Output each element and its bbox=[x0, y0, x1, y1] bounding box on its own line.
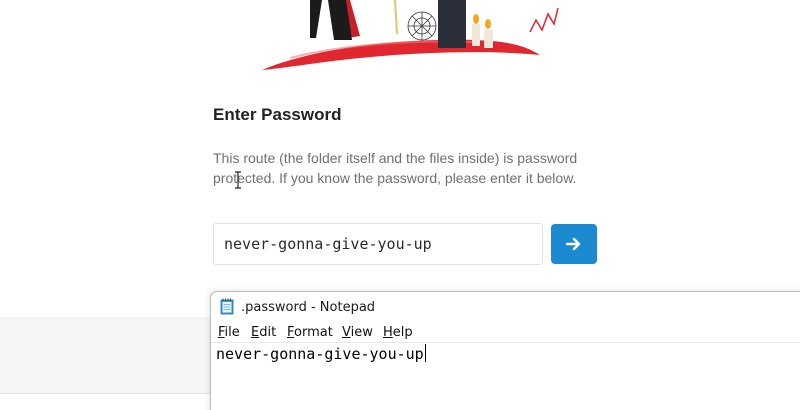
page: Enter Password This route (the folder it… bbox=[0, 0, 800, 410]
menu-help-mnemonic: H bbox=[383, 325, 393, 340]
menu-help-label: elp bbox=[392, 325, 413, 340]
menu-file-label: ile bbox=[224, 325, 240, 340]
notepad-menu-divider bbox=[211, 342, 800, 343]
menu-file[interactable]: File bbox=[218, 325, 240, 340]
notepad-window[interactable]: .password - Notepad File Edit Format Vie… bbox=[210, 291, 800, 410]
menu-view[interactable]: View bbox=[342, 325, 373, 340]
menu-edit-mnemonic: E bbox=[251, 325, 260, 340]
menu-format-label: ormat bbox=[294, 325, 333, 340]
password-input[interactable] bbox=[213, 223, 543, 265]
menu-view-mnemonic: V bbox=[342, 325, 351, 340]
notepad-menubar: File Edit Format View Help bbox=[211, 322, 800, 342]
notepad-window-title: .password - Notepad bbox=[241, 300, 376, 315]
page-title: Enter Password bbox=[213, 105, 342, 124]
notepad-content: never-gonna-give-you-up bbox=[216, 345, 424, 363]
notepad-icon bbox=[220, 298, 234, 315]
menu-edit[interactable]: Edit bbox=[251, 325, 276, 340]
notepad-text-area[interactable]: never-gonna-give-you-up bbox=[216, 344, 796, 410]
menu-format-mnemonic: F bbox=[287, 325, 295, 340]
halloween-illustration bbox=[262, 0, 559, 70]
menu-edit-label: dit bbox=[259, 325, 277, 340]
notepad-titlebar[interactable]: .password - Notepad bbox=[211, 292, 800, 322]
text-cursor-icon bbox=[235, 171, 241, 189]
password-description: This route (the folder itself and the fi… bbox=[213, 150, 578, 186]
text-caret bbox=[424, 344, 426, 362]
arrow-right-icon bbox=[566, 237, 581, 251]
menu-format[interactable]: Format bbox=[287, 325, 333, 340]
menu-help[interactable]: Help bbox=[383, 325, 413, 340]
submit-password-button[interactable] bbox=[551, 224, 597, 264]
menu-view-label: iew bbox=[350, 325, 373, 340]
